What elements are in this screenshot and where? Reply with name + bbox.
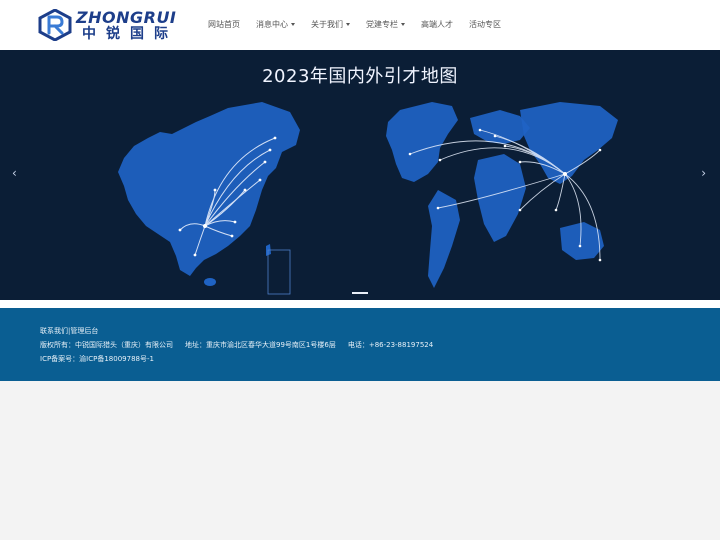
carousel-indicator[interactable] xyxy=(352,292,368,294)
nav-item-label: 关于我们 xyxy=(311,20,343,29)
caret-down-icon xyxy=(291,23,295,26)
carousel-prev-icon[interactable]: ‹ xyxy=(12,166,17,180)
nav-item-label: 消息中心 xyxy=(256,20,288,29)
footer-phone: 电话：+86-23-88197524 xyxy=(347,341,434,349)
footer-address: 地址：重庆市渝北区春华大道99号南区1号楼6层 xyxy=(185,341,336,349)
nav-item-label: 活动专区 xyxy=(469,20,501,29)
logo-chinese-text: 中锐国际 xyxy=(82,26,178,42)
footer-links: 联系我们|管理后台 xyxy=(40,326,98,336)
nav-item-about[interactable]: 关于我们 xyxy=(303,0,358,50)
nav-item-home[interactable]: 网站首页 xyxy=(200,0,248,50)
world-map-shape xyxy=(386,102,458,182)
caret-down-icon xyxy=(346,23,350,26)
nav-item-label: 党建专栏 xyxy=(366,20,398,29)
footer-copyright: 版权所有：中锐国际猎头（重庆）有限公司 xyxy=(40,341,173,349)
carousel-next-icon[interactable]: › xyxy=(701,166,706,180)
nav-item-label: 网站首页 xyxy=(208,20,240,29)
caret-down-icon xyxy=(401,23,405,26)
section-gap xyxy=(0,300,720,308)
logo-english-text: ZHONGRUI xyxy=(76,8,177,27)
nav-item-news[interactable]: 消息中心 xyxy=(248,0,303,50)
footer-link-contact[interactable]: 联系我们 xyxy=(40,327,68,335)
header-navbar: ZHONGRUI 中锐国际 网站首页 消息中心 关于我们 党建专栏 高端人才 活… xyxy=(0,0,720,50)
footer-icp[interactable]: ICP备案号：渝ICP备18009788号-1 xyxy=(40,354,154,364)
nav-item-party[interactable]: 党建专栏 xyxy=(358,0,413,50)
nav-item-events[interactable]: 活动专区 xyxy=(461,0,509,50)
nav-item-label: 高端人才 xyxy=(421,20,453,29)
main-nav: 网站首页 消息中心 关于我们 党建专栏 高端人才 活动专区 xyxy=(200,0,509,50)
hero-carousel: 2023年国内外引才地图 ‹ › xyxy=(0,50,720,300)
nav-item-talent[interactable]: 高端人才 xyxy=(413,0,461,50)
footer-link-admin[interactable]: 管理后台 xyxy=(70,327,98,335)
banner-title: 2023年国内外引才地图 xyxy=(262,66,458,87)
site-logo[interactable]: ZHONGRUI 中锐国际 xyxy=(38,9,188,42)
footer-company-info: 版权所有：中锐国际猎头（重庆）有限公司 地址：重庆市渝北区春华大道99号南区1号楼… xyxy=(40,340,433,350)
logo-hexagon-icon xyxy=(38,9,72,41)
site-footer: 联系我们|管理后台 版权所有：中锐国际猎头（重庆）有限公司 地址：重庆市渝北区春华… xyxy=(0,308,720,381)
